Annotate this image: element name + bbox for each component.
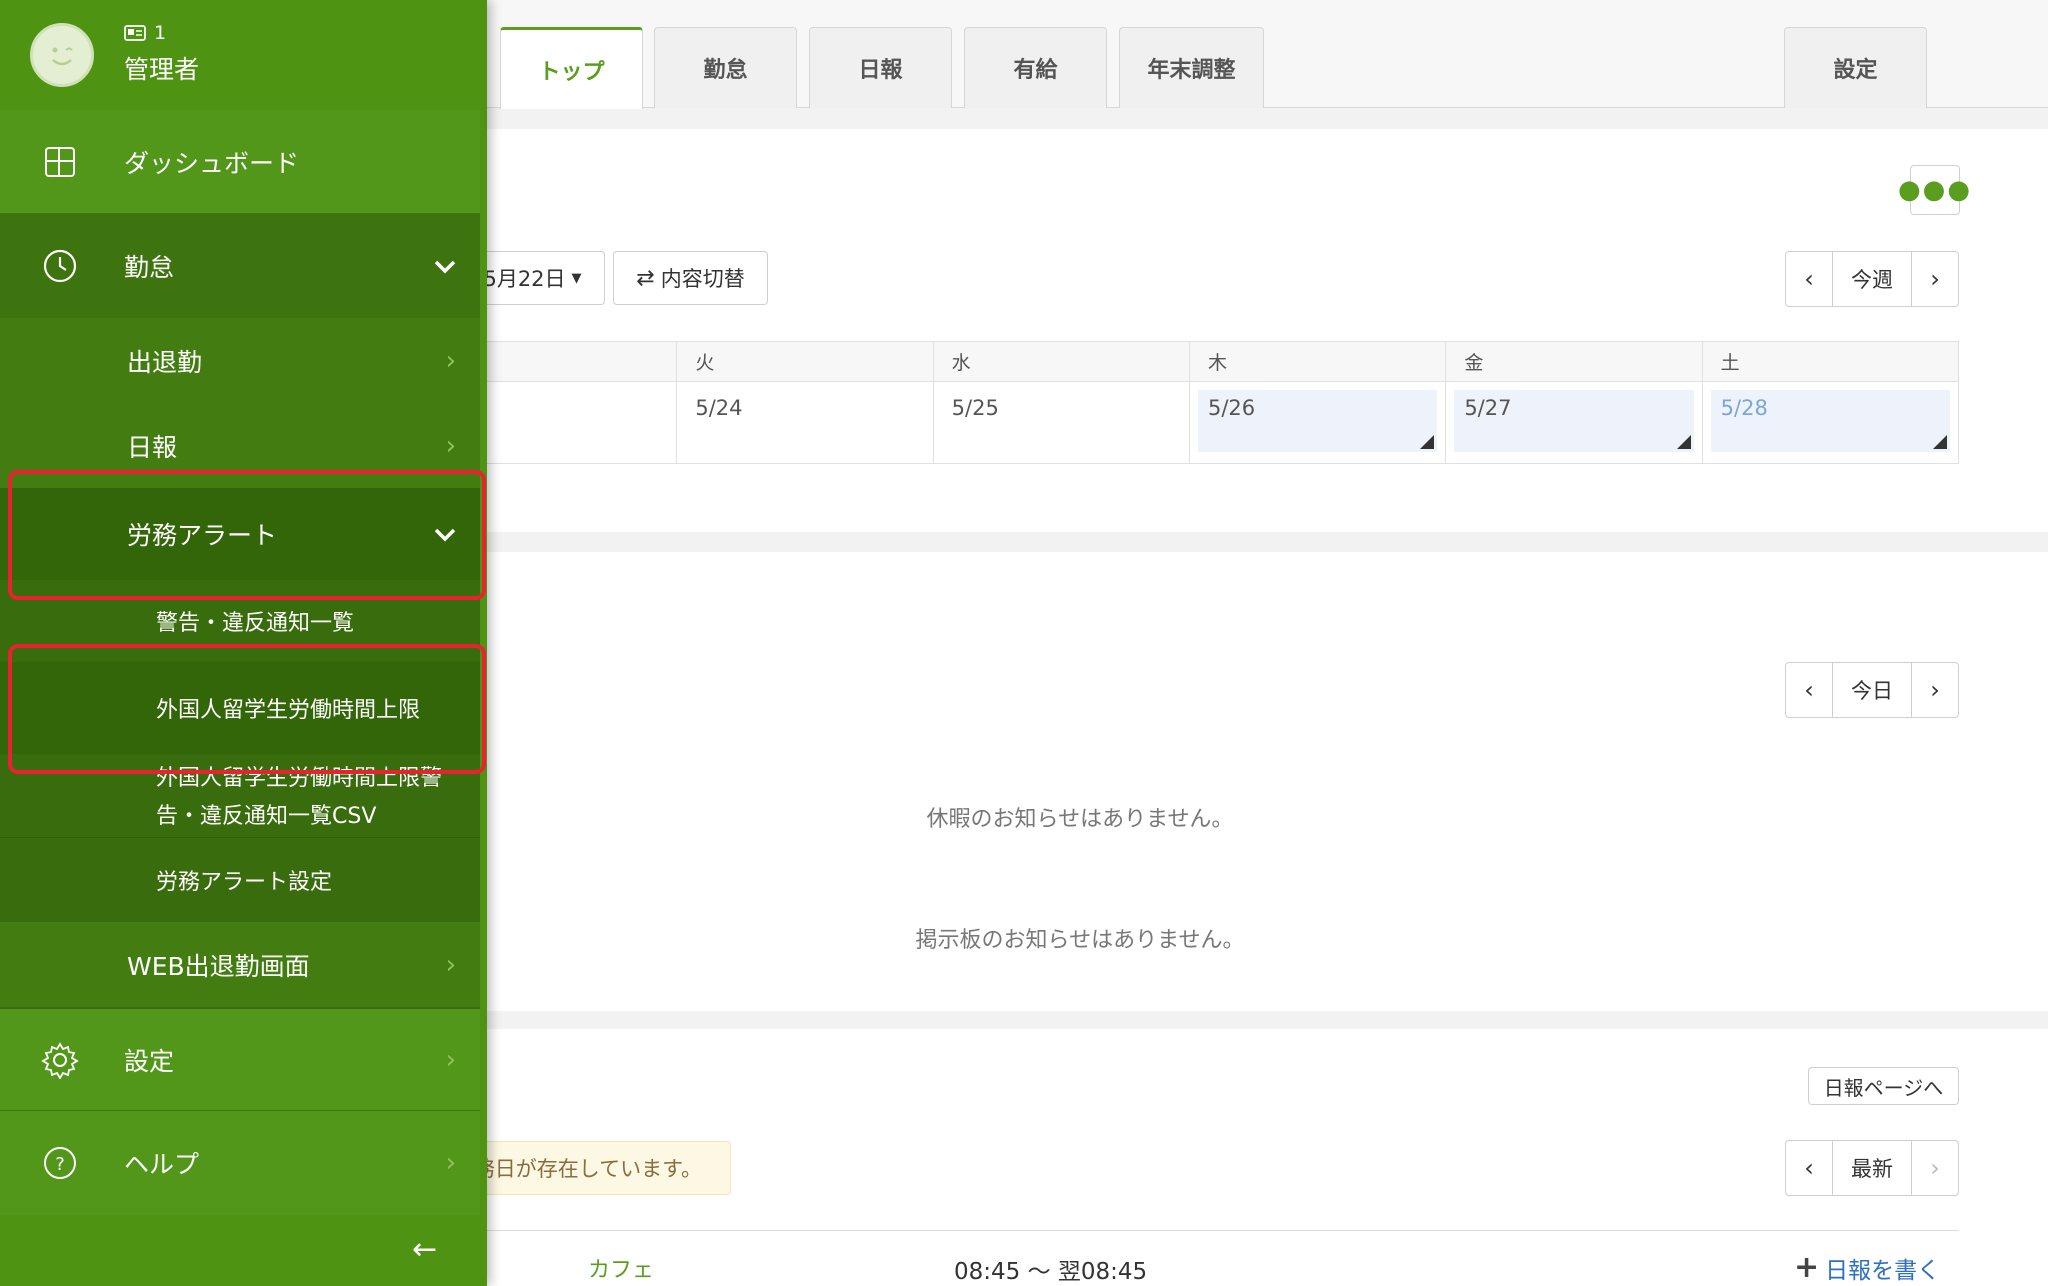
sidebar: 1 管理者 ダッシュボード 勤怠 出退勤 › 日報 › 労務アラート 警告・違反… [0, 0, 487, 1286]
next-day-button[interactable]: › [1912, 663, 1958, 717]
id-card-icon [124, 25, 146, 41]
sidebar-item-help[interactable]: ? ヘルプ › [0, 1111, 480, 1215]
collapse-arrow-icon[interactable]: ← [412, 1232, 437, 1267]
week-nav: ‹ 今週 › [1785, 251, 1959, 307]
caret-down-icon: ▼ [571, 270, 582, 286]
help-icon: ? [40, 1143, 80, 1183]
prev-week-button[interactable]: ‹ [1786, 252, 1832, 306]
this-week-button[interactable]: 今週 [1832, 252, 1912, 306]
sidebar-item-label: 設定 [124, 1046, 175, 1076]
next-report-button[interactable]: › [1912, 1141, 1958, 1195]
sidebar-item-label: 警告・違反通知一覧 [156, 611, 355, 636]
more-options-button[interactable]: ●●● [1898, 165, 1970, 215]
day-header: 土 [1701, 341, 1960, 382]
day-cell[interactable]: 5/25 [932, 381, 1190, 464]
more-dots-icon: ●●● [1897, 175, 1973, 205]
sidebar-item-attendance[interactable]: 勤怠 [0, 214, 480, 318]
chevron-right-icon: › [445, 1148, 456, 1178]
date-text: 5/24 [695, 396, 743, 420]
day-header: 金 [1445, 341, 1703, 382]
chevron-right-icon: › [445, 949, 456, 980]
avatar [30, 23, 94, 87]
divider [420, 1230, 1959, 1231]
user-id: 1 [154, 22, 167, 44]
date-label: 5月22日 [483, 267, 566, 291]
highlight-box-labor-alert [8, 470, 486, 600]
date-text: 5/27 [1464, 396, 1512, 420]
write-report-label: 日報を書く [1825, 1257, 1941, 1284]
prev-report-button[interactable]: ‹ [1786, 1141, 1832, 1195]
sidebar-item-alert-settings[interactable]: 労務アラート設定 [0, 838, 480, 922]
day-cell[interactable]: 5/28 [1701, 381, 1960, 464]
svg-text:?: ? [55, 1154, 65, 1175]
tab-daily-report[interactable]: 日報 [809, 27, 952, 108]
sidebar-item-label: 労務アラート設定 [156, 870, 333, 895]
date-highlight: 5/28 [1710, 390, 1950, 452]
csv-label-line2: 告・違反通知一覧CSV [156, 804, 377, 829]
day-header: 水 [932, 341, 1190, 382]
chevron-right-icon: › [445, 345, 456, 376]
sidebar-item-settings[interactable]: 設定 › [0, 1007, 480, 1111]
chevron-right-icon: › [445, 430, 456, 461]
sidebar-item-dashboard[interactable]: ダッシュボード [0, 110, 480, 214]
tab-settings[interactable]: 設定 [1784, 27, 1927, 108]
tab-top[interactable]: トップ [500, 27, 643, 109]
highlight-box-foreign-limit [8, 644, 486, 774]
date-text: 5/26 [1207, 396, 1256, 420]
sidebar-item-label: 勤怠 [124, 253, 175, 282]
date-highlight: 5/27 [1454, 390, 1694, 452]
smiley-icon [52, 47, 73, 66]
next-week-button[interactable]: › [1912, 252, 1958, 306]
toggle-content-label: 内容切替 [660, 267, 745, 291]
day-cell[interactable]: 5/27 [1445, 381, 1703, 464]
tab-attendance[interactable]: 勤怠 [654, 27, 797, 108]
date-text: 5/25 [951, 396, 999, 420]
corner-icon [1420, 435, 1435, 449]
report-nav: ‹ 最新 › [1785, 1140, 1959, 1196]
user-id-row: 1 [124, 22, 166, 44]
toggle-content-button[interactable]: ⇄ 内容切替 [613, 251, 768, 305]
day-header: 木 [1188, 341, 1447, 382]
prev-day-button[interactable]: ‹ [1786, 663, 1832, 717]
day-cell[interactable]: 5/26 [1188, 381, 1447, 464]
report-time: 08:45 ～ 翌08:45 [954, 1259, 1148, 1285]
tab-paid-leave[interactable]: 有給 [964, 27, 1107, 108]
chevron-right-icon: › [445, 1044, 456, 1075]
day-nav: ‹ 今日 › [1785, 662, 1959, 718]
sidebar-item-label: WEB出退勤画面 [127, 951, 310, 981]
sidebar-item-label: ヘルプ [124, 1150, 200, 1179]
clock-icon [40, 246, 80, 286]
week-calendar: 月 火 水 木 金 土 5/23 5/24 5/25 5/26 5/27 5/2… [419, 341, 1960, 464]
date-highlight: 5/26 [1197, 390, 1438, 452]
sidebar-item-label: 日報 [127, 432, 178, 462]
latest-button[interactable]: 最新 [1832, 1141, 1912, 1195]
sidebar-item-label: 出退勤 [127, 347, 203, 377]
swap-arrows-icon: ⇄ [636, 265, 655, 291]
gear-icon [40, 1040, 80, 1080]
day-cell[interactable]: 5/24 [676, 381, 934, 464]
corner-icon [1676, 435, 1691, 449]
today-button[interactable]: 今日 [1832, 663, 1912, 717]
sidebar-item-label: ダッシュボード [124, 148, 300, 178]
corner-icon [1933, 435, 1947, 449]
plus-icon: + [1794, 1250, 1820, 1285]
dashboard-icon [40, 142, 80, 182]
write-report-link[interactable]: + 日報を書く [1794, 1250, 1940, 1285]
tab-year-end[interactable]: 年末調整 [1119, 27, 1264, 108]
report-place: カフェ [588, 1258, 655, 1283]
day-header: 火 [676, 341, 934, 382]
chevron-down-icon [434, 251, 456, 281]
user-profile[interactable]: 1 管理者 [0, 0, 487, 110]
report-page-link[interactable]: 日報ページへ [1808, 1067, 1959, 1105]
sidebar-item-clock-in-out[interactable]: 出退勤 › [0, 318, 480, 403]
date-text: 5/28 [1720, 396, 1768, 420]
sidebar-item-web-clock[interactable]: WEB出退勤画面 › [0, 922, 480, 1007]
user-name: 管理者 [124, 55, 200, 84]
